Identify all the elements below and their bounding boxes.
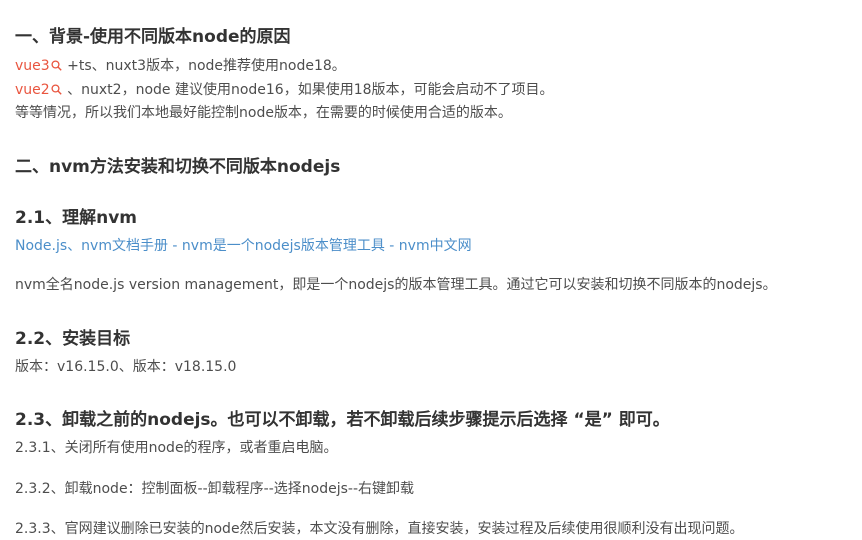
subheading-understand-nvm: 2.1、理解nvm — [15, 208, 138, 228]
search-icon[interactable] — [51, 60, 62, 71]
keyword-link-vue3[interactable]: vue3 — [15, 58, 50, 74]
paragraph-conclusion: 等等情况，所以我们本地最好能控制node版本，在需要的时候使用合适的版本。 — [15, 105, 512, 121]
nvm-doc-link[interactable]: Node.js、nvm文档手册 - nvm是一个nodejs版本管理工具 - n… — [15, 235, 472, 255]
section-heading-background: 一、背景-使用不同版本node的原因 — [15, 27, 291, 47]
subheading-install-target: 2.2、安装目标 — [15, 329, 131, 349]
paragraph-vue2-text: 、nuxt2，node 建议使用node16，如果使用18版本，可能会启动不了项… — [62, 82, 554, 98]
paragraph-nvm-intro: nvm全名node.js version management，即是一个node… — [15, 277, 777, 293]
paragraph-vue2: vue2 、nuxt2，node 建议使用node16，如果使用18版本，可能会… — [15, 79, 554, 99]
paragraph-step-232: 2.3.2、卸载node：控制面板--卸载程序--选择nodejs--右键卸载 — [15, 481, 414, 497]
paragraph-step-233: 2.3.3、官网建议删除已安装的node然后安装，本文没有删除，直接安装，安装过… — [15, 521, 744, 537]
paragraph-vue3-text: +ts、nuxt3版本，node推荐使用node18。 — [62, 58, 346, 74]
search-icon[interactable] — [51, 84, 62, 95]
paragraph-versions: 版本：v16.15.0、版本：v18.15.0 — [15, 359, 237, 375]
subheading-uninstall: 2.3、卸载之前的nodejs。也可以不卸载，若不卸载后续步骤提示后选择 “是”… — [15, 410, 670, 430]
paragraph-vue3: vue3 +ts、nuxt3版本，node推荐使用node18。 — [15, 55, 346, 75]
paragraph-step-231: 2.3.1、关闭所有使用node的程序，或者重启电脑。 — [15, 440, 338, 456]
keyword-link-vue2[interactable]: vue2 — [15, 82, 50, 98]
section-heading-nvm: 二、nvm方法安装和切换不同版本nodejs — [15, 157, 341, 177]
